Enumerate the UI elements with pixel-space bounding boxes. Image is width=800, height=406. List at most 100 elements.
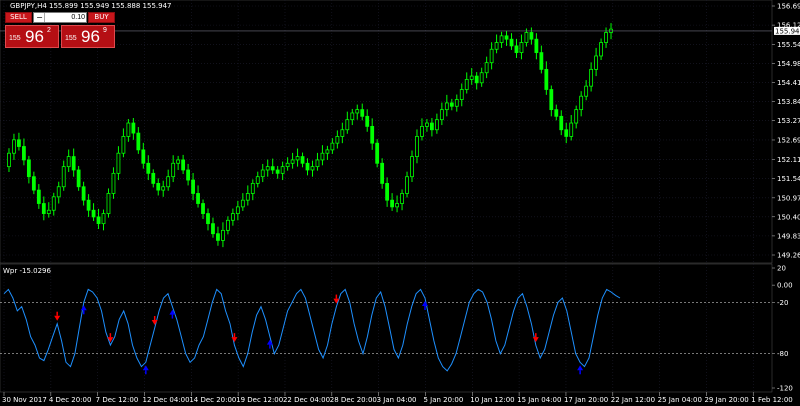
- candle-body: [235, 206, 240, 214]
- candle-body: [599, 42, 603, 57]
- candle-body: [489, 48, 494, 64]
- lot-size-input[interactable]: [45, 13, 85, 22]
- candle-body: [126, 122, 131, 137]
- candle-body: [216, 233, 220, 241]
- candle-body: [524, 32, 529, 43]
- candle-body: [12, 139, 16, 154]
- candle-body: [36, 189, 41, 204]
- time-tick-label: 15 Jan 04:00: [517, 396, 561, 404]
- candle-body: [176, 159, 181, 164]
- candle-body: [320, 152, 325, 161]
- candle-body: [26, 159, 31, 178]
- candle-body: [51, 196, 56, 211]
- candle-body: [260, 169, 265, 178]
- chart-canvas[interactable]: 156.690156.120155.545154.980154.410153.8…: [0, 0, 800, 406]
- time-tick-label: 10 Jan 12:00: [470, 396, 514, 404]
- time-tick-label: 25 Jan 04:00: [658, 396, 702, 404]
- candle-body: [534, 38, 539, 54]
- candle-body: [569, 122, 574, 137]
- candle-body: [415, 136, 419, 157]
- buy-button[interactable]: BUY: [88, 12, 115, 23]
- candle-body: [474, 75, 479, 84]
- wpr-tick-label: 20: [777, 265, 786, 273]
- candle-body: [181, 159, 186, 171]
- candle-body: [434, 119, 439, 131]
- candle-body: [330, 142, 335, 151]
- candle-body: [385, 183, 390, 201]
- candle-body: [196, 193, 200, 204]
- candle-body: [519, 42, 524, 54]
- time-tick-label: 12 Dec 04:00: [142, 396, 189, 404]
- candle-body: [549, 89, 554, 111]
- candle-body: [285, 162, 290, 168]
- candle-body: [509, 38, 514, 47]
- sell-price-prefix: 155: [9, 35, 21, 42]
- sell-price-fraction: 2: [47, 27, 51, 34]
- candle-body: [584, 85, 589, 97]
- wpr-tick-label: 0.00: [777, 282, 793, 290]
- buy-price-prefix: 155: [65, 35, 77, 42]
- price-tick-label: 154.980: [777, 60, 800, 68]
- price-tick-label: 155.545: [777, 41, 800, 49]
- candle-body: [420, 125, 424, 137]
- candle-body: [554, 109, 559, 117]
- sell-button[interactable]: SELL: [5, 12, 32, 23]
- candle-body: [141, 149, 146, 164]
- indicator-area[interactable]: [0, 263, 773, 393]
- candle-body: [230, 213, 235, 221]
- candle-body: [71, 156, 76, 171]
- buy-price-button[interactable]: 155 96 9: [61, 25, 115, 48]
- candle-body: [425, 122, 429, 127]
- candle-body: [186, 169, 190, 181]
- candle-body: [360, 109, 365, 117]
- candle-body: [131, 122, 136, 134]
- candle-body: [484, 62, 489, 74]
- candle-body: [121, 136, 126, 154]
- candle-body: [91, 209, 96, 218]
- candle-body: [579, 95, 584, 111]
- candle-body: [400, 193, 404, 204]
- candle-body: [574, 109, 579, 124]
- price-tick-label: 150.970: [777, 194, 800, 202]
- candle-body: [504, 35, 509, 40]
- candle-body: [469, 75, 474, 80]
- time-tick-label: 28 Dec 20:00: [330, 396, 377, 404]
- candle-body: [395, 203, 399, 208]
- candle-body: [221, 229, 225, 241]
- candle-body: [325, 149, 330, 154]
- candle-body: [240, 199, 245, 208]
- price-tick-label: 154.410: [777, 79, 800, 87]
- wpr-tick-label: -120: [777, 385, 793, 393]
- candle-body: [41, 203, 46, 214]
- candle-body: [106, 193, 111, 214]
- candle-body: [201, 203, 205, 214]
- candle-body: [494, 42, 499, 50]
- price-tick-label: 149.265: [777, 252, 800, 260]
- candle-body: [146, 162, 151, 174]
- candle-body: [310, 166, 315, 171]
- candle-body: [265, 166, 270, 171]
- price-tick-label: 152.115: [777, 156, 800, 164]
- candle-body: [315, 159, 320, 168]
- price-tick-label: 150.405: [777, 213, 800, 221]
- time-tick-label: 22 Jan 12:00: [611, 396, 655, 404]
- price-tick-label: 152.695: [777, 136, 800, 144]
- one-click-trading-panel: SELL − BUY 155 96 2 155 96 9: [5, 12, 115, 48]
- candle-body: [544, 68, 549, 90]
- lot-decrease-button[interactable]: −: [35, 13, 45, 22]
- candle-body: [340, 129, 345, 137]
- lot-size-field[interactable]: −: [33, 12, 87, 23]
- candle-body: [305, 162, 310, 171]
- candle-body: [250, 183, 255, 194]
- candle-body: [405, 176, 409, 194]
- candle-body: [151, 172, 156, 184]
- sell-price-button[interactable]: 155 96 2: [5, 25, 59, 48]
- candle-body: [449, 102, 454, 107]
- buy-price-pips: 96: [81, 27, 100, 46]
- candle-body: [594, 55, 598, 70]
- candle-body: [350, 112, 355, 121]
- candle-body: [390, 199, 394, 208]
- time-tick-label: 5 Jan 20:00: [423, 396, 463, 404]
- candle-body: [56, 186, 61, 198]
- main-chart-area[interactable]: [0, 0, 773, 264]
